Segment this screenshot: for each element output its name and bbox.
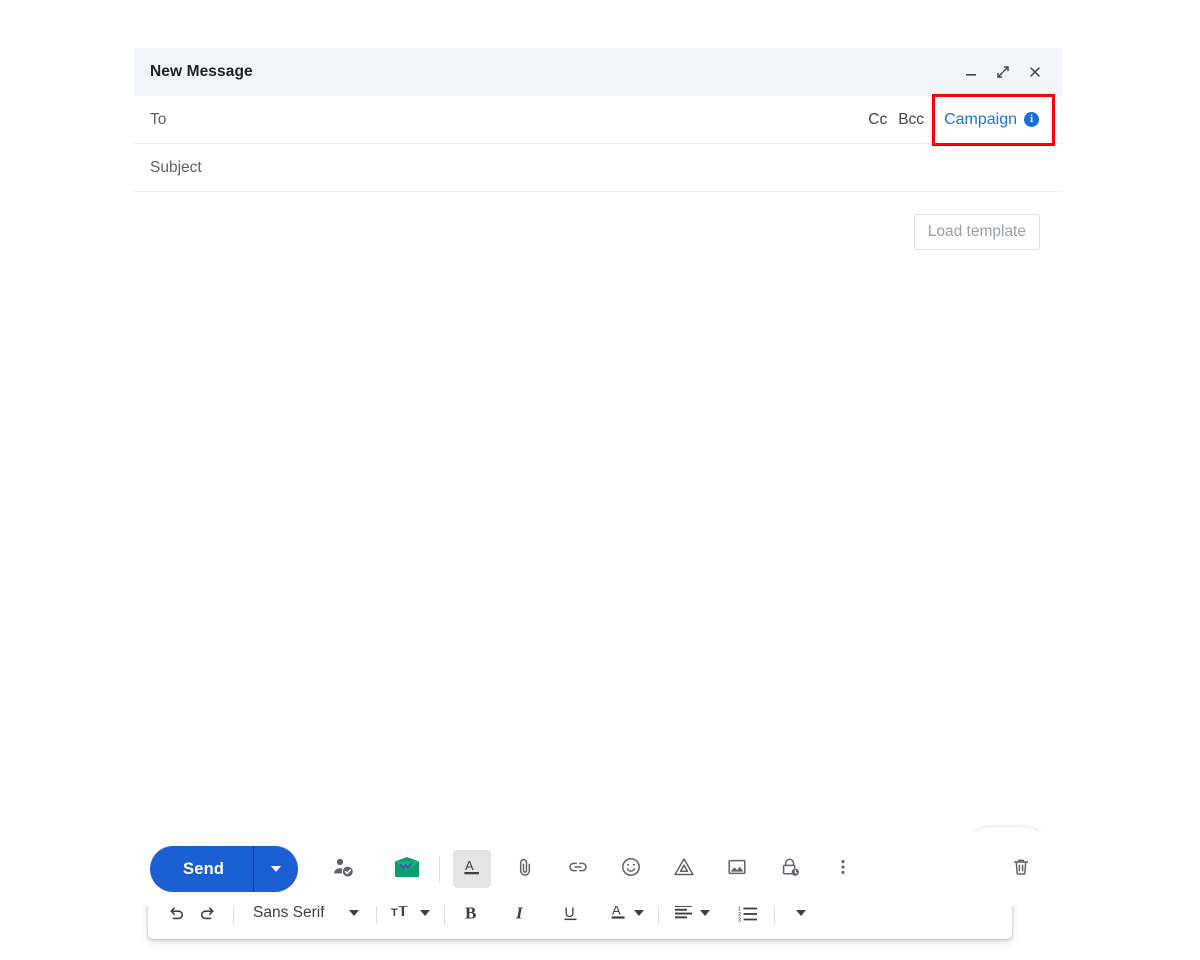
popout-button[interactable] (988, 57, 1018, 87)
mailtrack-button[interactable] (388, 850, 426, 888)
more-options-button[interactable] (824, 850, 862, 888)
redo-icon (197, 903, 217, 923)
chevron-down-icon (419, 910, 430, 916)
compose-window-title: New Message (150, 63, 253, 81)
svg-text:3: 3 (738, 918, 741, 924)
mailtrack-envelope-icon (393, 855, 421, 884)
minimize-button[interactable] (956, 57, 986, 87)
person-check-icon (331, 855, 355, 884)
numbered-list-icon: 1 2 3 (737, 903, 759, 923)
svg-text:T: T (391, 907, 398, 919)
chevron-down-icon (271, 866, 282, 872)
compose-window: New Message To Cc Bcc Campaign i Subject… (134, 48, 1062, 939)
send-button[interactable]: Send (150, 846, 253, 892)
cc-bcc-group: Cc Bcc (868, 112, 924, 128)
subject-field-row[interactable]: Subject (134, 144, 1062, 192)
more-vert-icon (832, 856, 854, 883)
svg-text:B: B (465, 904, 476, 923)
svg-text:I: I (515, 904, 524, 923)
link-icon (567, 856, 589, 883)
send-button-group[interactable]: Send (150, 846, 299, 892)
google-drive-icon (672, 856, 696, 883)
svg-text:U: U (564, 904, 574, 920)
chevron-down-icon (795, 910, 806, 916)
bold-icon: B (461, 903, 481, 923)
discard-draft-button[interactable] (1002, 850, 1040, 888)
compose-action-bar: Send A (134, 832, 1062, 906)
insert-photo-button[interactable] (718, 850, 756, 888)
cc-button[interactable]: Cc (868, 112, 887, 128)
action-bar-divider (439, 856, 441, 882)
send-options-button[interactable] (254, 846, 298, 892)
campaign-label[interactable]: Campaign (944, 111, 1017, 128)
undo-icon (167, 903, 187, 923)
load-template-button[interactable]: Load template (913, 214, 1040, 250)
minimize-icon (963, 64, 979, 80)
svg-text:A: A (465, 858, 474, 873)
window-controls (956, 57, 1050, 87)
insert-emoji-button[interactable] (612, 850, 650, 888)
insert-link-button[interactable] (559, 850, 597, 888)
chevron-down-icon (348, 910, 359, 916)
confirm-recipient-button[interactable] (324, 850, 362, 888)
paperclip-icon (514, 856, 536, 883)
screenshot-canvas: New Message To Cc Bcc Campaign i Subject… (0, 0, 1200, 960)
attach-files-button[interactable] (506, 850, 544, 888)
formatting-options-button[interactable]: A (453, 850, 492, 888)
emoji-icon (620, 856, 642, 883)
to-label: To (150, 110, 167, 128)
close-icon (1027, 64, 1043, 80)
chevron-down-icon (699, 910, 710, 916)
campaign-button[interactable]: Campaign i (932, 93, 1055, 146)
italic-icon: I (511, 903, 531, 923)
confidential-mode-button[interactable] (771, 850, 809, 888)
insert-drive-file-button[interactable] (665, 850, 703, 888)
bcc-button[interactable]: Bcc (898, 112, 924, 128)
popout-icon (995, 64, 1011, 80)
font-family-value: Sans Serif (253, 904, 325, 922)
message-body[interactable]: Load template Sans Serif T T B I U A 1 2… (134, 192, 1062, 939)
close-button[interactable] (1020, 57, 1050, 87)
to-field-row[interactable]: To Cc Bcc Campaign i (134, 93, 1062, 146)
trash-icon (1010, 856, 1032, 883)
photo-icon (726, 856, 748, 883)
compose-window-header[interactable]: New Message (134, 48, 1062, 96)
chevron-down-icon (633, 910, 644, 916)
formatting-a-icon: A (461, 856, 483, 883)
underline-icon: U (561, 903, 581, 923)
subject-label: Subject (150, 158, 202, 176)
lock-clock-icon (779, 856, 801, 883)
info-icon[interactable]: i (1024, 112, 1039, 127)
